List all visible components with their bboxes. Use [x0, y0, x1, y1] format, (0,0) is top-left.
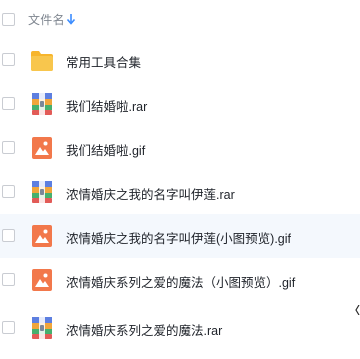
- archive-icon: [32, 181, 52, 203]
- row-checkbox[interactable]: [2, 53, 15, 66]
- arrow-down-icon[interactable]: [66, 12, 76, 26]
- file-name[interactable]: 浓情婚庆系列之爱的魔法.rar: [66, 320, 222, 339]
- select-all-checkbox[interactable]: [2, 13, 15, 26]
- file-row-archive[interactable]: 我们结婚啦.rar: [0, 82, 360, 126]
- row-checkbox[interactable]: [2, 321, 15, 334]
- file-name[interactable]: 常用工具合集: [66, 52, 141, 71]
- row-checkbox[interactable]: [2, 141, 15, 154]
- folder-icon: [31, 51, 53, 71]
- file-list: 文件名 常用工具合集 我们结婚啦.rar 我们结婚啦.gif 浓情婚庆之我的名字…: [0, 0, 360, 359]
- file-name[interactable]: 浓情婚庆之我的名字叫伊莲(小图预览).gif: [66, 228, 291, 247]
- row-checkbox[interactable]: [2, 97, 15, 110]
- file-name[interactable]: 浓情婚庆之我的名字叫伊莲.rar: [66, 184, 235, 203]
- file-row-image[interactable]: 浓情婚庆系列之爱的魔法（小图预览）.gif: [0, 258, 360, 302]
- file-name[interactable]: 我们结婚啦.rar: [66, 96, 147, 115]
- scroll-edge-mark: [355, 305, 360, 315]
- row-checkbox[interactable]: [2, 229, 15, 242]
- file-row-archive[interactable]: 浓情婚庆系列之爱的魔法.rar: [0, 306, 360, 350]
- image-icon: [32, 137, 52, 159]
- image-icon: [32, 225, 52, 247]
- row-checkbox[interactable]: [2, 185, 15, 198]
- column-header-filename[interactable]: 文件名: [28, 11, 65, 28]
- image-icon: [32, 269, 52, 291]
- archive-icon: [32, 317, 52, 339]
- file-row-image[interactable]: 我们结婚啦.gif: [0, 126, 360, 170]
- file-list-header: 文件名: [0, 0, 360, 38]
- file-row-folder[interactable]: 常用工具合集: [0, 38, 360, 82]
- archive-icon: [32, 93, 52, 115]
- file-name[interactable]: 浓情婚庆系列之爱的魔法（小图预览）.gif: [66, 272, 295, 291]
- row-checkbox[interactable]: [2, 273, 15, 286]
- file-name[interactable]: 我们结婚啦.gif: [66, 140, 145, 159]
- file-row-archive[interactable]: 浓情婚庆之我的名字叫伊莲.rar: [0, 170, 360, 214]
- file-row-image[interactable]: 浓情婚庆之我的名字叫伊莲(小图预览).gif: [0, 214, 360, 258]
